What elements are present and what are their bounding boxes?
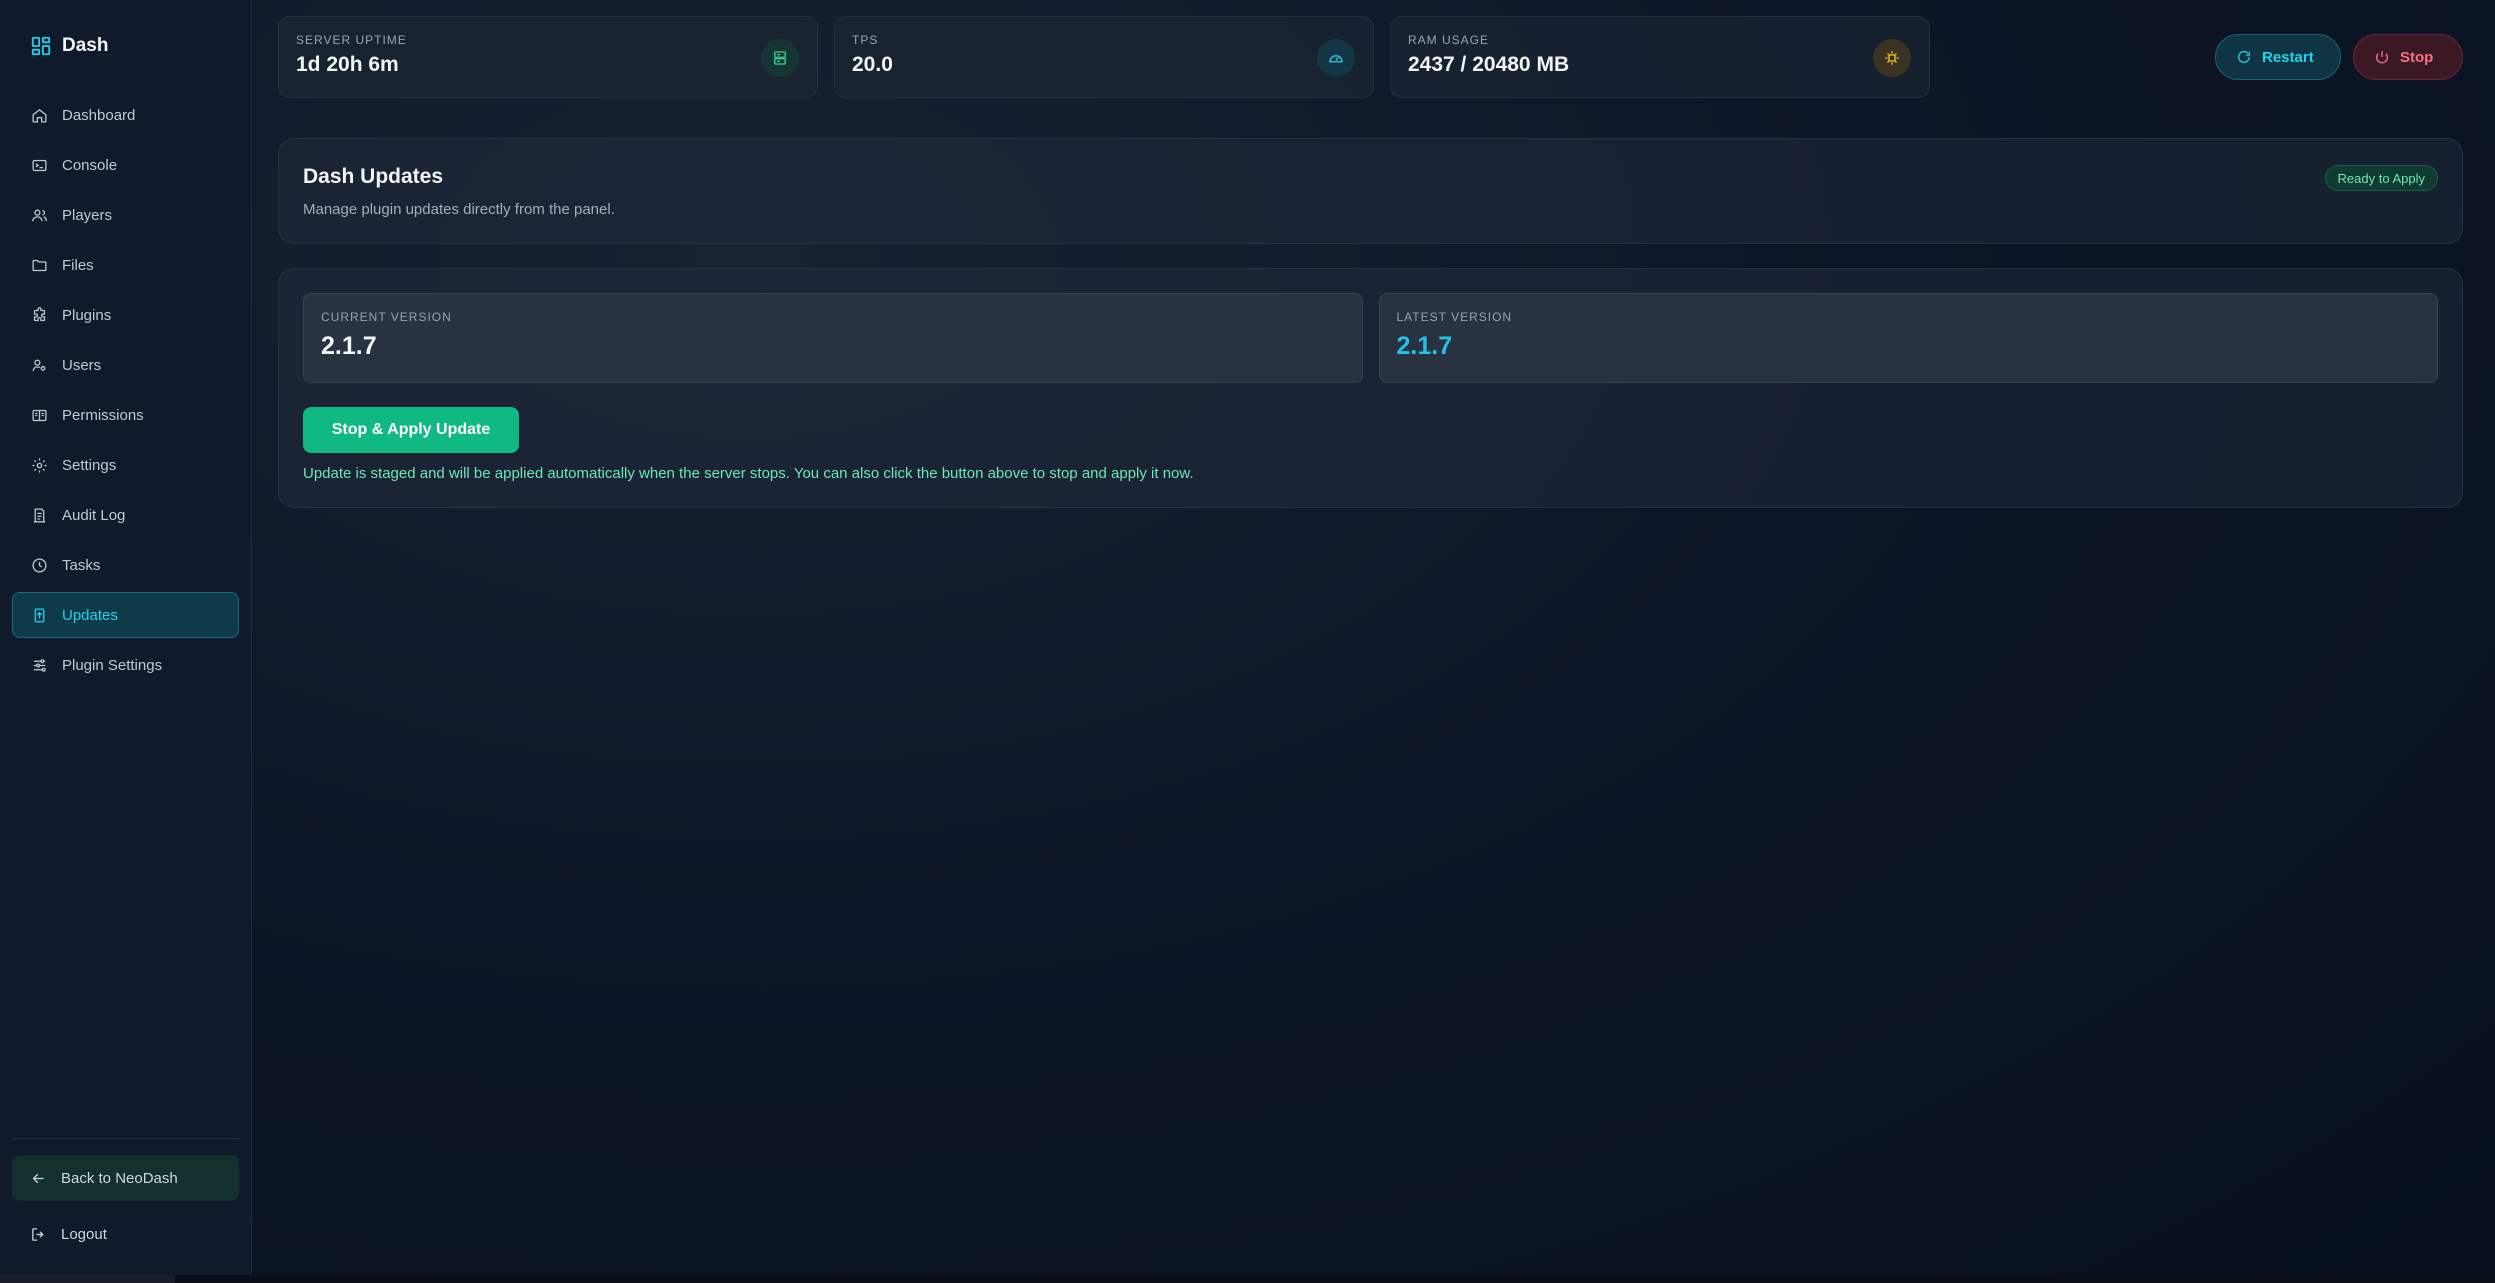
brand-name: Dash — [62, 35, 109, 56]
stat-label: TPS — [852, 33, 879, 47]
current-version-label: CURRENT VERSION — [321, 310, 452, 324]
back-label: Back to NeoDash — [61, 1169, 178, 1187]
stop-label: Stop — [2400, 48, 2434, 66]
gear-icon — [32, 457, 47, 473]
status-badge: Ready to Apply — [2324, 165, 2438, 191]
puzzle-icon — [33, 306, 46, 321]
sidebar-nav: Dashboard Console Players Files Plugins … — [12, 92, 239, 688]
sidebar-item-label: Players — [62, 206, 113, 224]
users-icon — [32, 359, 46, 371]
app-root: Dash Dashboard Console Players Files Plu… — [0, 0, 2495, 1283]
current-version-box: CURRENT VERSION 2.1.7 — [303, 293, 1363, 383]
sidebar-item-console[interactable]: Console — [12, 142, 239, 188]
latest-version-value: 2.1.7 — [1396, 332, 1453, 360]
back-to-neodash-button[interactable]: Back to NeoDash — [12, 1155, 239, 1201]
sidebar-item-updates[interactable]: Updates — [12, 592, 239, 638]
sidebar-item-tasks[interactable]: Tasks — [12, 542, 239, 588]
sidebar-item-permissions[interactable]: Permissions — [12, 392, 239, 438]
gauge-icon — [1329, 55, 1343, 63]
logout-button[interactable]: Logout — [12, 1211, 239, 1257]
latest-version-box: LATEST VERSION 2.1.7 — [1378, 293, 2438, 383]
sidebar-item-label: Tasks — [62, 556, 101, 574]
sidebar-item-audit-log[interactable]: Audit Log — [12, 492, 239, 538]
server-actions: Restart Stop — [2215, 16, 2463, 80]
clock-icon — [32, 557, 47, 573]
sidebar-item-label: Users — [62, 356, 102, 374]
update-staged-note: Update is staged and will be applied aut… — [303, 465, 1194, 482]
stat-value: 2437 / 20480 MB — [1408, 53, 1570, 76]
players-icon — [32, 209, 47, 221]
sidebar-item-plugins[interactable]: Plugins — [12, 292, 239, 338]
restart-label: Restart — [2262, 48, 2314, 66]
sidebar-item-users[interactable]: Users — [12, 342, 239, 388]
sidebar: Dash Dashboard Console Players Files Plu… — [0, 0, 252, 1275]
log-icon — [33, 507, 46, 523]
stat-value: 1d 20h 6m — [296, 53, 399, 76]
stat-label: RAM USAGE — [1408, 33, 1490, 47]
power-icon — [2376, 51, 2388, 64]
sidebar-item-label: Permissions — [62, 406, 144, 424]
sidebar-item-files[interactable]: Files — [12, 242, 239, 288]
sidebar-footer: Back to NeoDash Logout — [12, 1138, 239, 1275]
brand[interactable]: Dash — [12, 0, 239, 92]
stat-value: 20.0 — [852, 53, 893, 76]
sidebar-item-label: Files — [62, 256, 94, 274]
restart-button[interactable]: Restart — [2215, 34, 2341, 80]
sliders-icon — [33, 658, 46, 672]
sidebar-item-plugin-settings[interactable]: Plugin Settings — [12, 642, 239, 688]
stat-ram-usage: RAM USAGE 2437 / 20480 MB — [1390, 16, 1930, 98]
sidebar-item-label: Updates — [62, 606, 118, 624]
sidebar-item-label: Dashboard — [62, 106, 136, 124]
main-content: SERVER UPTIME 1d 20h 6m TPS 20.0 RAM USA… — [252, 0, 2495, 1283]
chip-icon — [1885, 51, 1899, 65]
sidebar-item-label: Plugin Settings — [62, 656, 163, 674]
book-icon — [32, 409, 47, 421]
versions: CURRENT VERSION 2.1.7 LATEST VERSION 2.1… — [303, 293, 2438, 383]
sidebar-item-label: Audit Log — [62, 506, 126, 524]
dashboard-grid-icon — [31, 36, 51, 56]
update-icon — [34, 607, 45, 623]
topbar: SERVER UPTIME 1d 20h 6m TPS 20.0 RAM USA… — [278, 16, 2463, 98]
stat-label: SERVER UPTIME — [296, 33, 407, 47]
logout-icon — [32, 1227, 44, 1241]
sidebar-item-settings[interactable]: Settings — [12, 442, 239, 488]
home-icon — [32, 108, 47, 123]
updates-header-card: Dash Updates Manage plugin updates direc… — [278, 138, 2463, 244]
sidebar-item-label: Console — [62, 156, 118, 174]
stat-tps: TPS 20.0 — [834, 16, 1374, 98]
page-subtitle: Manage plugin updates directly from the … — [303, 201, 615, 218]
stop-and-apply-update-button[interactable]: Stop & Apply Update — [303, 407, 519, 453]
stop-button[interactable]: Stop — [2353, 34, 2463, 80]
sidebar-item-dashboard[interactable]: Dashboard — [12, 92, 239, 138]
refresh-icon — [2238, 50, 2250, 63]
current-version-value: 2.1.7 — [321, 332, 377, 360]
page-title: Dash Updates — [303, 165, 444, 188]
server-icon — [774, 51, 786, 65]
stat-server-uptime: SERVER UPTIME 1d 20h 6m — [278, 16, 818, 98]
sidebar-item-label: Settings — [62, 456, 117, 474]
latest-version-label: LATEST VERSION — [1396, 310, 1513, 324]
updates-body-card: CURRENT VERSION 2.1.7 LATEST VERSION 2.1… — [278, 268, 2463, 508]
window-bottom-strip — [0, 1275, 2495, 1283]
logout-label: Logout — [61, 1225, 107, 1243]
folder-icon — [32, 259, 47, 271]
sidebar-item-players[interactable]: Players — [12, 192, 239, 238]
arrow-left-icon — [32, 1173, 44, 1183]
terminal-icon — [32, 159, 47, 171]
sidebar-item-label: Plugins — [62, 306, 112, 324]
